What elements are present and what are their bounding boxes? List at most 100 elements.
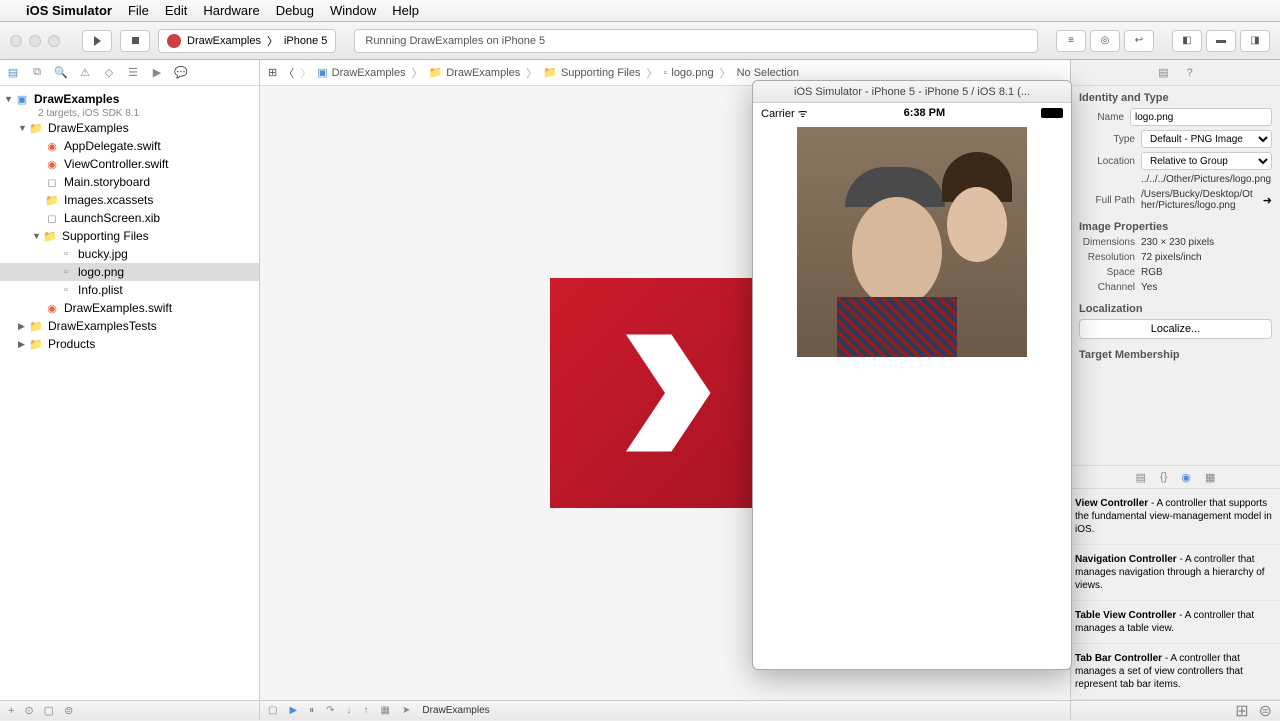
file-info-plist[interactable]: ▫Info.plist [0, 281, 259, 299]
scheme-selector[interactable]: DrawExamples 〉 iPhone 5 [158, 29, 336, 53]
localize-button[interactable]: Localize... [1079, 319, 1272, 339]
photo-image [797, 127, 1027, 357]
step-over-icon[interactable]: ↷ [326, 705, 334, 716]
menu-debug[interactable]: Debug [276, 3, 314, 18]
zoom-window-button[interactable] [48, 35, 60, 47]
jump-seg-5[interactable]: No Selection [737, 67, 799, 79]
file-xcassets[interactable]: 📁Images.xcassets [0, 191, 259, 209]
version-editor-button[interactable]: ↩ [1124, 30, 1154, 52]
menu-file[interactable]: File [128, 3, 149, 18]
forward-button[interactable]: 〉 [300, 65, 311, 81]
bottom-bar: + ⊙ ▢ ⊜ ▢ ▶ ⏸ ↷ ↓ ↑ ▦ ➤ DrawExamples ⊞ ⊜ [0, 700, 1280, 720]
test-navigator-icon[interactable]: ◇ [102, 66, 116, 80]
activity-status: Running DrawExamples on iPhone 5 [354, 29, 1038, 53]
library-tabs: ▤ {} ◉ ▦ [1071, 465, 1280, 489]
jump-seg-3[interactable]: 📁Supporting Files [543, 66, 640, 79]
standard-editor-button[interactable]: ≡ [1056, 30, 1086, 52]
code-snippet-library-icon[interactable]: {} [1160, 471, 1167, 483]
find-navigator-icon[interactable]: 🔍 [54, 66, 68, 80]
colorspace-value: RGB [1141, 267, 1272, 278]
simulator-titlebar[interactable]: iOS Simulator - iPhone 5 - iPhone 5 / iO… [753, 81, 1071, 103]
file-inspector-icon[interactable]: ▤ [1158, 66, 1168, 79]
menu-edit[interactable]: Edit [165, 3, 187, 18]
add-button[interactable]: + [8, 705, 14, 717]
project-navigator-icon[interactable]: ▤ [6, 66, 20, 80]
menu-help[interactable]: Help [392, 3, 419, 18]
type-select[interactable]: Default - PNG Image [1141, 130, 1272, 148]
group-drawexamples[interactable]: ▼📁 DrawExamples [0, 119, 259, 137]
status-text: Running DrawExamples on iPhone 5 [365, 35, 545, 47]
project-name: DrawExamples [34, 92, 119, 106]
menu-window[interactable]: Window [330, 3, 376, 18]
target-icon [167, 34, 181, 48]
object-library-list[interactable]: View Controller - A controller that supp… [1071, 489, 1280, 700]
stop-button[interactable] [120, 30, 150, 52]
jump-seg-1[interactable]: ▣DrawExamples [317, 66, 405, 79]
issue-navigator-icon[interactable]: ⚠ [78, 66, 92, 80]
library-item[interactable]: Tab Bar Controller - A controller that m… [1071, 644, 1280, 700]
localization-header: Localization [1079, 303, 1272, 315]
project-root[interactable]: ▼▣ DrawExamples [0, 90, 259, 108]
library-item[interactable]: Navigation Controller - A controller tha… [1071, 545, 1280, 601]
scheme-target: DrawExamples [187, 35, 261, 47]
file-viewcontroller[interactable]: ◉ViewController.swift [0, 155, 259, 173]
library-grid-icon[interactable]: ⊞ [1235, 701, 1248, 721]
location-select[interactable]: Relative to Group [1141, 152, 1272, 170]
project-subtitle: 2 targets, iOS SDK 8.1 [0, 108, 259, 119]
toggle-navigator-button[interactable]: ◧ [1172, 30, 1202, 52]
menu-hardware[interactable]: Hardware [203, 3, 259, 18]
step-in-icon[interactable]: ↓ [347, 705, 352, 716]
ios-simulator-window[interactable]: iOS Simulator - iPhone 5 - iPhone 5 / iO… [752, 80, 1072, 670]
assistant-editor-button[interactable]: ◎ [1090, 30, 1120, 52]
file-appdelegate[interactable]: ◉AppDelegate.swift [0, 137, 259, 155]
xcode-toolbar: DrawExamples 〉 iPhone 5 Running DrawExam… [0, 22, 1280, 60]
file-logo-png[interactable]: ▫logo.png [0, 263, 259, 281]
object-library-icon[interactable]: ◉ [1181, 471, 1191, 484]
debug-navigator-icon[interactable]: ☰ [126, 66, 140, 80]
jump-seg-2[interactable]: 📁DrawExamples [429, 66, 521, 79]
reveal-arrow-icon[interactable]: ➜ [1263, 194, 1272, 207]
file-launchscreen[interactable]: ◻LaunchScreen.xib [0, 209, 259, 227]
group-products[interactable]: ▶📁 Products [0, 335, 259, 353]
related-items-icon[interactable]: ⊞ [268, 66, 277, 79]
carrier-label: Carrier [761, 108, 795, 120]
breakpoint-navigator-icon[interactable]: ▶ [150, 66, 164, 80]
minimize-window-button[interactable] [29, 35, 41, 47]
jump-seg-4[interactable]: ▫logo.png [663, 67, 713, 79]
file-bucky-jpg[interactable]: ▫bucky.jpg [0, 245, 259, 263]
debug-target[interactable]: DrawExamples [422, 705, 489, 716]
step-out-icon[interactable]: ↑ [364, 705, 369, 716]
run-button[interactable] [82, 30, 112, 52]
filter-scm-icon[interactable]: ▢ [44, 704, 54, 717]
close-window-button[interactable] [10, 35, 22, 47]
library-item[interactable]: Table View Controller - A controller tha… [1071, 601, 1280, 644]
debug-view-icon[interactable]: ▦ [381, 705, 390, 716]
name-field[interactable] [1130, 108, 1272, 126]
logo-image [550, 278, 780, 508]
wifi-icon: ᯤ [798, 108, 808, 120]
file-storyboard[interactable]: ◻Main.storyboard [0, 173, 259, 191]
back-button[interactable]: 〈 [283, 65, 294, 81]
toggle-debug-button[interactable]: ▬ [1206, 30, 1236, 52]
dimensions-value: 230 × 230 pixels [1141, 237, 1272, 248]
breakpoints-icon[interactable]: ▶ [289, 705, 297, 716]
library-item[interactable]: View Controller - A controller that supp… [1071, 489, 1280, 545]
file-drawexamples-swift[interactable]: ◉DrawExamples.swift [0, 299, 259, 317]
media-library-icon[interactable]: ▦ [1205, 471, 1215, 484]
navigator-tabs: ▤ ⧉ 🔍 ⚠ ◇ ☰ ▶ 💬 [0, 60, 259, 86]
group-tests[interactable]: ▶📁 DrawExamplesTests [0, 317, 259, 335]
symbol-navigator-icon[interactable]: ⧉ [30, 66, 44, 80]
toggle-debug-console-icon[interactable]: ▢ [268, 705, 277, 716]
file-template-library-icon[interactable]: ▤ [1136, 471, 1146, 484]
group-supporting-files[interactable]: ▼📁 Supporting Files [0, 227, 259, 245]
toggle-utilities-button[interactable]: ◨ [1240, 30, 1270, 52]
filter-icon[interactable]: ⊜ [64, 704, 73, 717]
filter-recent-icon[interactable]: ⊙ [24, 704, 33, 717]
simulator-app-content[interactable] [753, 127, 1071, 357]
report-navigator-icon[interactable]: 💬 [174, 66, 188, 80]
pause-icon[interactable]: ⏸ [309, 705, 314, 716]
location-icon[interactable]: ➤ [402, 705, 410, 716]
quick-help-icon[interactable]: ? [1187, 67, 1193, 79]
app-name[interactable]: iOS Simulator [26, 3, 112, 18]
library-filter-icon[interactable]: ⊜ [1259, 701, 1272, 721]
